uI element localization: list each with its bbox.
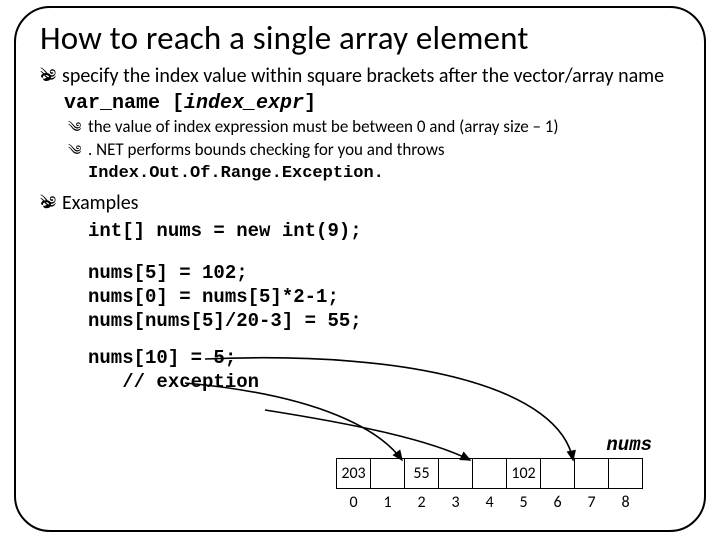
sub-bullet-bounds: ༄ . NET performs bounds checking for you… xyxy=(68,139,680,185)
array-cell xyxy=(541,459,575,489)
syntax-line: var_name [index_expr] xyxy=(64,91,680,116)
code-assign: nums[5] = 102; nums[0] = nums[5]*2-1; nu… xyxy=(88,262,680,333)
array-cell xyxy=(609,459,643,489)
code-declare: int[] nums = new int(9); xyxy=(88,220,680,244)
array-cell: 55 xyxy=(405,459,439,489)
array-cell xyxy=(473,459,507,489)
swirl-icon: ༄ xyxy=(40,65,56,86)
array-index-row: 0 1 2 3 4 5 6 7 8 xyxy=(337,489,643,513)
swirl-icon: ༄ xyxy=(68,141,81,159)
code-exception: nums[10] = 5; // exception xyxy=(88,347,680,395)
array-index: 2 xyxy=(405,489,439,513)
bullet-text: specify the index value within square br… xyxy=(62,64,664,88)
page-title: How to reach a single array element xyxy=(40,18,680,58)
exception-name: Index.Out.Of.Range.Exception. xyxy=(88,164,384,183)
sub-text: the value of index expression must be be… xyxy=(88,116,559,137)
array-index: 1 xyxy=(371,489,405,513)
bullet-examples: ༄ Examples xyxy=(40,191,680,216)
examples-label: Examples xyxy=(62,191,139,215)
array-index: 8 xyxy=(609,489,643,513)
sub-text-a: . NET performs bounds checking for you a… xyxy=(88,139,445,160)
array-cell xyxy=(371,459,405,489)
array-label: nums xyxy=(330,434,660,456)
array-cell: 203 xyxy=(337,459,371,489)
array-diagram: nums 203 55 102 0 1 2 3 4 5 6 7 xyxy=(330,434,660,512)
array-index: 6 xyxy=(541,489,575,513)
array-cell: 102 xyxy=(507,459,541,489)
syntax-varname: var_name [ xyxy=(64,92,184,115)
array-table: 203 55 102 0 1 2 3 4 5 6 7 8 xyxy=(336,458,643,512)
array-index: 5 xyxy=(507,489,541,513)
slide-frame: How to reach a single array element ༄ sp… xyxy=(14,6,706,532)
bullet-specify: ༄ specify the index value within square … xyxy=(40,64,680,89)
array-index: 7 xyxy=(575,489,609,513)
swirl-icon: ༄ xyxy=(40,192,56,213)
array-cell xyxy=(439,459,473,489)
sub-bullet-range: ༄ the value of index expression must be … xyxy=(68,116,680,138)
array-index: 0 xyxy=(337,489,371,513)
array-cells-row: 203 55 102 xyxy=(337,459,643,489)
syntax-close: ] xyxy=(304,92,316,115)
array-index: 4 xyxy=(473,489,507,513)
array-index: 3 xyxy=(439,489,473,513)
syntax-indexexpr: index_expr xyxy=(184,92,304,115)
swirl-icon: ༄ xyxy=(68,118,81,136)
array-cell xyxy=(575,459,609,489)
